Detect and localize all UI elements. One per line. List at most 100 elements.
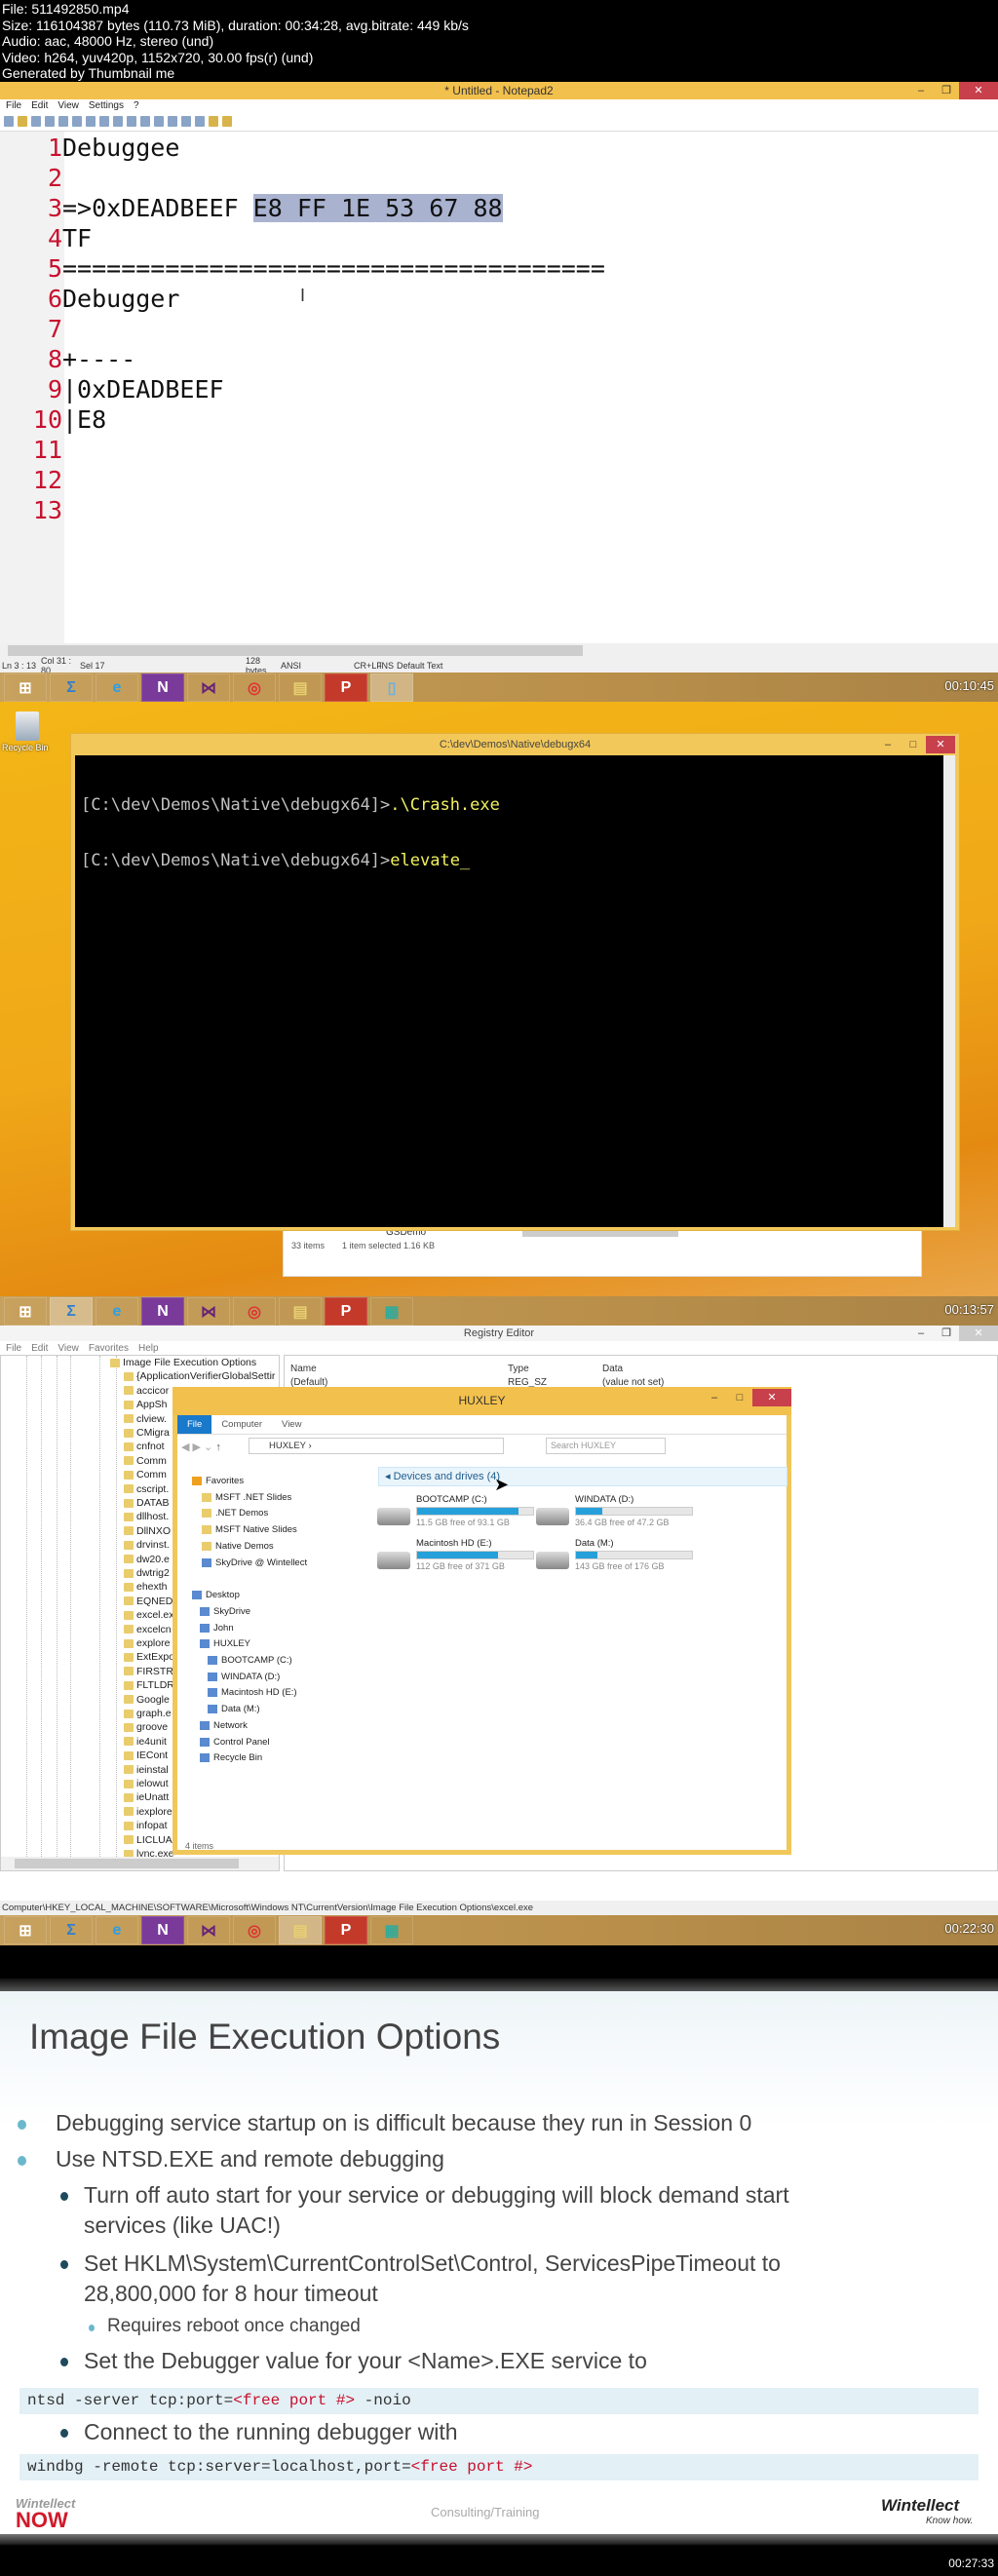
column-data[interactable]: Data <box>602 1364 623 1374</box>
console-output[interactable]: [C:\dev\Demos\Native\debugx64]>.\Crash.e… <box>75 755 945 1227</box>
taskbar-explorer[interactable]: ▤ <box>279 1297 322 1326</box>
taskbar-onenote[interactable]: N <box>141 1916 184 1944</box>
taskbar-explorer[interactable]: ▤ <box>279 673 322 702</box>
tree-item[interactable]: drvinst. <box>124 1539 170 1551</box>
start-button[interactable]: ⊞ <box>4 1916 47 1944</box>
search-input[interactable]: Search HUXLEY <box>546 1438 666 1454</box>
tree-item[interactable]: ie4unit <box>124 1736 167 1748</box>
tree-item[interactable]: DllNXO <box>124 1525 171 1537</box>
nav-item[interactable]: SkyDrive <box>200 1606 250 1617</box>
taskbar-ie[interactable]: e <box>96 1297 138 1326</box>
nav-item[interactable]: John <box>200 1623 234 1634</box>
nav-drive[interactable]: WINDATA (D:) <box>208 1672 280 1682</box>
menu-help[interactable]: Help <box>138 1343 159 1354</box>
undo-icon[interactable] <box>58 116 68 127</box>
taskbar-powershell[interactable]: Σ <box>50 1297 93 1326</box>
tree-item[interactable]: {ApplicationVerifierGlobalSettir <box>124 1370 275 1382</box>
tree-item[interactable]: ieinstal <box>124 1764 169 1776</box>
tree-item[interactable]: iexplore <box>124 1806 173 1818</box>
tree-item[interactable]: accicor <box>124 1385 169 1397</box>
menu-view[interactable]: View <box>58 100 79 111</box>
taskbar-powerpoint[interactable]: P <box>325 1916 367 1944</box>
taskbar-onenote[interactable]: N <box>141 1297 184 1326</box>
tree-item[interactable]: Comm <box>124 1455 167 1467</box>
open-icon[interactable] <box>18 116 27 127</box>
close-button[interactable]: ✕ <box>752 1389 791 1406</box>
tree-item-ifeo[interactable]: Image File Execution Options <box>110 1357 256 1368</box>
tree-item[interactable]: ielowut <box>124 1778 169 1789</box>
taskbar-powershell[interactable]: Σ <box>50 1916 93 1944</box>
scrollbar-thumb[interactable] <box>8 645 583 656</box>
menu-settings[interactable]: Settings <box>89 100 124 111</box>
nav-desktop[interactable]: Desktop <box>192 1590 240 1600</box>
redo-icon[interactable] <box>72 116 82 127</box>
taskbar-chrome[interactable]: ◎ <box>233 1297 276 1326</box>
tree-item[interactable]: FIRSTR <box>124 1666 173 1677</box>
menu-favorites[interactable]: Favorites <box>89 1343 129 1354</box>
paste-icon[interactable] <box>113 116 123 127</box>
tree-item[interactable]: Comm <box>124 1469 167 1480</box>
tree-item[interactable]: CMigra <box>124 1427 170 1439</box>
tree-item[interactable]: FLTLDR <box>124 1679 174 1691</box>
horizontal-scrollbar[interactable] <box>0 643 998 658</box>
nav-item[interactable]: Network <box>200 1720 248 1731</box>
taskbar-powershell[interactable]: Σ <box>50 673 93 702</box>
replace-icon[interactable] <box>140 116 150 127</box>
column-name[interactable]: Name <box>290 1364 317 1374</box>
maximize-button[interactable]: □ <box>901 736 926 753</box>
taskbar-notepad2[interactable]: ▯ <box>370 673 413 702</box>
nav-item[interactable]: HUXLEY <box>200 1638 250 1649</box>
close-button[interactable]: ✕ <box>959 1326 998 1341</box>
tree-item[interactable]: graph.e <box>124 1708 172 1719</box>
nav-item[interactable]: Recycle Bin <box>200 1752 262 1763</box>
tree-item[interactable]: infopat <box>124 1820 168 1831</box>
tree-item[interactable]: clview. <box>124 1413 167 1425</box>
taskbar-onenote[interactable]: N <box>141 673 184 702</box>
tree-hscrollbar[interactable] <box>1 1857 279 1870</box>
nav-item[interactable]: .NET Demos <box>202 1508 268 1519</box>
tree-item[interactable]: dllhost. <box>124 1511 169 1522</box>
close-button[interactable]: ✕ <box>959 82 998 99</box>
find-icon[interactable] <box>127 116 136 127</box>
new-icon[interactable] <box>4 116 14 127</box>
taskbar-explorer[interactable]: ▤ <box>279 1916 322 1944</box>
taskbar-powerpoint[interactable]: P <box>325 673 367 702</box>
tree-item[interactable]: explore <box>124 1637 170 1649</box>
zoom-out-icon[interactable] <box>181 116 191 127</box>
browse-icon[interactable] <box>31 116 41 127</box>
drive-tile[interactable]: Data (M:) 143 GB free of 176 GB <box>575 1538 693 1571</box>
menu-file[interactable]: File <box>6 1343 21 1354</box>
drive-tile[interactable]: Macintosh HD (E:) 112 GB free of 371 GB <box>416 1538 534 1571</box>
cut-icon[interactable] <box>86 116 96 127</box>
save-icon[interactable] <box>45 116 55 127</box>
tree-item[interactable]: groove <box>124 1721 168 1733</box>
start-button[interactable]: ⊞ <box>4 673 47 702</box>
nav-drive[interactable]: Data (M:) <box>208 1704 260 1714</box>
exit-icon[interactable] <box>222 116 232 127</box>
tree-item[interactable]: IECont <box>124 1749 168 1761</box>
address-bar[interactable]: HUXLEY › <box>249 1438 504 1454</box>
scheme-icon[interactable] <box>195 116 205 127</box>
minimize-button[interactable]: – <box>875 736 901 753</box>
tree-item[interactable]: DATAB <box>124 1497 169 1509</box>
taskbar-powerpoint[interactable]: P <box>325 1297 367 1326</box>
tree-item[interactable]: LICLUA <box>124 1834 173 1846</box>
taskbar-chrome[interactable]: ◎ <box>233 1916 276 1944</box>
menu-help[interactable]: ? <box>134 100 139 111</box>
maximize-button[interactable]: □ <box>727 1389 752 1406</box>
tree-item[interactable]: ieUnatt <box>124 1791 169 1803</box>
tree-item[interactable]: ehexth <box>124 1581 168 1593</box>
taskbar-chrome[interactable]: ◎ <box>233 673 276 702</box>
taskbar-regedit[interactable]: ▦ <box>370 1297 413 1326</box>
vertical-scrollbar[interactable] <box>943 755 955 1227</box>
wrap-icon[interactable] <box>154 116 164 127</box>
devices-group-header[interactable]: ◂ Devices and drives (4) <box>378 1467 787 1486</box>
start-button[interactable]: ⊞ <box>4 1297 47 1326</box>
tab-computer[interactable]: Computer <box>211 1419 272 1430</box>
tree-item[interactable]: EQNED <box>124 1596 173 1607</box>
tree-item[interactable]: cscript. <box>124 1483 169 1495</box>
tab-view[interactable]: View <box>272 1419 311 1430</box>
settings-icon[interactable] <box>209 116 218 127</box>
nav-item[interactable]: MSFT .NET Slides <box>202 1492 291 1503</box>
nav-item[interactable]: Control Panel <box>200 1737 270 1748</box>
